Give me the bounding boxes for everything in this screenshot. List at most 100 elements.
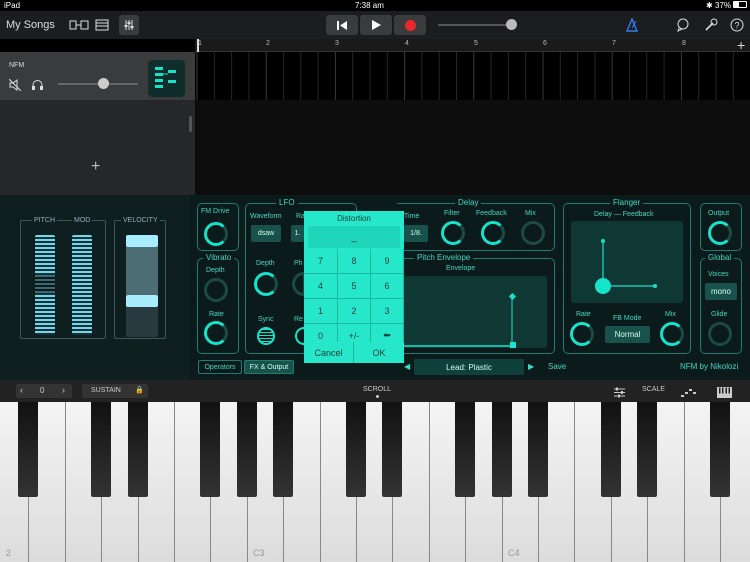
key-1[interactable]: 1 <box>304 299 338 324</box>
black-key[interactable] <box>491 402 512 497</box>
fb-mode-select[interactable]: Normal <box>605 326 650 343</box>
tab-operators[interactable]: Operators <box>198 360 242 374</box>
play-button[interactable] <box>360 15 392 35</box>
master-volume-slider[interactable] <box>438 15 518 35</box>
piano-keyboard[interactable]: 2 C3 C4 <box>0 402 750 562</box>
bar-number: 6 <box>543 40 547 47</box>
retrig-label: Re <box>294 316 303 323</box>
octave-up-icon[interactable]: › <box>62 385 65 395</box>
help-icon[interactable]: ? <box>729 15 745 35</box>
black-key[interactable] <box>236 402 257 497</box>
output-knob[interactable] <box>708 221 732 245</box>
tracks-view-icon[interactable] <box>94 15 110 35</box>
black-key[interactable] <box>273 402 294 497</box>
black-key[interactable] <box>91 402 112 497</box>
mute-icon[interactable] <box>8 78 22 96</box>
loop-browser-icon[interactable] <box>675 15 691 35</box>
next-preset-icon[interactable]: ▶ <box>528 362 534 371</box>
fm-drive-label: FM Drive <box>201 208 230 215</box>
lock-icon[interactable]: 🔒 <box>135 386 144 394</box>
headphones-icon[interactable] <box>31 78 44 96</box>
key-8[interactable]: 8 <box>338 249 371 274</box>
output-label: Output <box>708 210 730 217</box>
delay-feedback-knob[interactable] <box>481 221 505 245</box>
resize-handle[interactable] <box>189 116 192 132</box>
key-4[interactable]: 4 <box>304 274 338 299</box>
delay-filter-knob[interactable] <box>441 221 465 245</box>
settings-wrench-icon[interactable] <box>703 15 719 35</box>
preset-name[interactable]: Lead: Plastic <box>414 359 524 375</box>
rewind-button[interactable] <box>326 15 358 35</box>
black-key[interactable] <box>127 402 148 497</box>
sync-toggle[interactable] <box>257 327 275 345</box>
lfo-title: LFO <box>276 198 298 207</box>
black-key[interactable] <box>710 402 730 497</box>
key-6[interactable]: 6 <box>371 274 404 299</box>
waveform-select[interactable]: dsaw <box>251 225 281 242</box>
arpeggiator-icon[interactable] <box>680 385 696 403</box>
black-key[interactable] <box>382 402 403 497</box>
delay-feedback-label: Delay — Feedback <box>594 211 654 218</box>
vibrato-rate-knob[interactable] <box>204 321 228 345</box>
vibrato-depth-knob[interactable] <box>204 278 228 302</box>
previous-preset-icon[interactable]: ◀ <box>404 362 410 371</box>
black-key[interactable] <box>637 402 658 497</box>
metronome-icon[interactable] <box>624 15 640 35</box>
bar-number: 4 <box>405 40 409 47</box>
glide-knob[interactable] <box>708 322 732 346</box>
black-key[interactable] <box>600 402 621 497</box>
voices-select[interactable]: mono <box>705 283 737 300</box>
black-key[interactable] <box>455 402 476 497</box>
scale-button[interactable]: SCALE <box>642 386 665 393</box>
record-button[interactable] <box>394 15 426 35</box>
pitch-wheel[interactable] <box>35 235 55 335</box>
save-preset-button[interactable]: Save <box>548 362 566 371</box>
envelope-graph[interactable] <box>404 276 547 348</box>
control-strip: PITCH MOD VELOCITY <box>0 195 190 380</box>
keyboard-layout-icon[interactable] <box>717 385 732 403</box>
black-key[interactable] <box>346 402 366 497</box>
black-key[interactable] <box>18 402 39 497</box>
instrument-browser-icon[interactable] <box>68 15 90 35</box>
lfo-phase-label: Ph <box>294 260 303 267</box>
scroll-indicator <box>376 395 379 398</box>
key-2[interactable]: 2 <box>338 299 371 324</box>
flanger-xy-pad[interactable] <box>571 221 683 303</box>
timeline-ruler[interactable]: 1 2 3 4 5 6 7 8 + <box>195 37 750 53</box>
tab-fx-output[interactable]: FX & Output <box>244 360 294 374</box>
add-section-icon[interactable]: + <box>737 37 745 53</box>
waveform-label: Waveform <box>250 213 282 220</box>
mod-wheel[interactable] <box>72 235 92 335</box>
add-track-icon[interactable]: + <box>91 158 100 176</box>
my-songs-button[interactable]: My Songs <box>6 15 55 35</box>
black-key[interactable] <box>200 402 221 497</box>
track-lane[interactable] <box>195 52 750 100</box>
key-3[interactable]: 3 <box>371 299 404 324</box>
fm-drive-knob[interactable] <box>204 222 228 246</box>
playhead[interactable] <box>197 39 199 52</box>
key-9[interactable]: 9 <box>371 249 404 274</box>
delay-mix-knob[interactable] <box>521 221 545 245</box>
key-5[interactable]: 5 <box>338 274 371 299</box>
flanger-mix-knob[interactable] <box>660 322 684 346</box>
svg-text:?: ? <box>735 21 740 31</box>
mixer-icon[interactable] <box>119 15 139 35</box>
track-header[interactable]: NFM <box>0 52 195 100</box>
key-7[interactable]: 7 <box>304 249 338 274</box>
black-key[interactable] <box>528 402 548 497</box>
flanger-rate-knob[interactable] <box>570 322 594 346</box>
lfo-rate-value[interactable]: 1. <box>291 225 304 242</box>
arpeggiator-settings-icon[interactable] <box>613 385 626 403</box>
keypad-ok-button[interactable]: OK <box>354 342 404 363</box>
velocity-slider[interactable] <box>126 235 158 337</box>
flanger-mix-label: Mix <box>665 311 676 318</box>
lfo-depth-knob[interactable] <box>254 272 278 296</box>
envelope-label: Envelope <box>446 265 476 272</box>
keypad-cancel-button[interactable]: Cancel <box>304 342 354 363</box>
instrument-icon[interactable] <box>148 60 185 97</box>
scroll-label[interactable]: SCROLL <box>363 386 391 393</box>
track-volume-knob[interactable] <box>98 78 109 89</box>
octave-down-icon[interactable]: ‹ <box>20 385 23 395</box>
delay-time-value[interactable]: 1/8. <box>404 225 428 242</box>
flanger-rate-label: Rate <box>576 311 591 318</box>
